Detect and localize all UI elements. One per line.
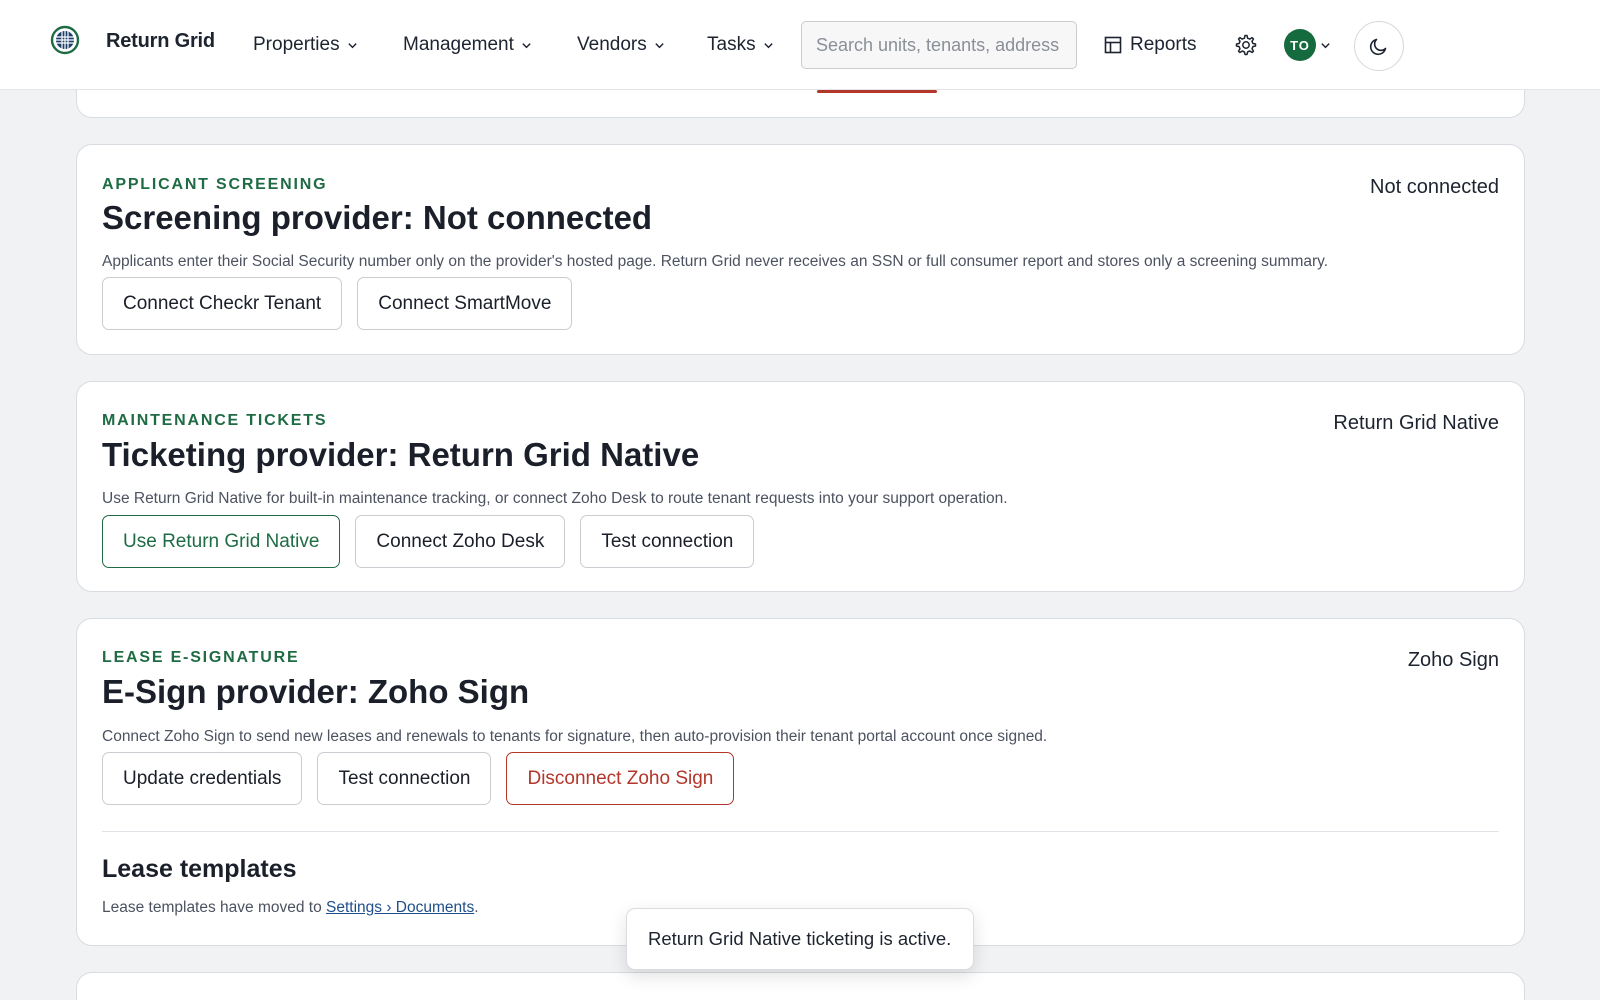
card-description: Connect Zoho Sign to send new leases and… [102, 728, 1048, 745]
theme-toggle-button[interactable] [1354, 21, 1404, 71]
button-row: Connect Checkr Tenant Connect SmartMove [102, 277, 573, 330]
toast-notification: Return Grid Native ticketing is active. [626, 908, 974, 970]
use-native-button[interactable]: Use Return Grid Native [102, 515, 341, 568]
user-menu[interactable]: TO [1284, 29, 1331, 61]
screening-card: APPLICANT SCREENING Not connected Screen… [76, 144, 1525, 355]
toast-message: Return Grid Native ticketing is active. [648, 928, 952, 949]
status-badge: Not connected [1370, 176, 1499, 198]
status-badge: Zoho Sign [1407, 649, 1499, 671]
globe-grid-icon[interactable] [50, 25, 80, 55]
top-navigation: Return Grid Properties Management Vendor… [0, 0, 1600, 90]
connect-smartmove-button[interactable]: Connect SmartMove [357, 277, 573, 330]
card-title: Ticketing provider: Return Grid Native [102, 436, 700, 473]
nav-label: Tasks [707, 34, 756, 55]
gear-icon[interactable] [1233, 33, 1257, 57]
button-row: Update credentials Test connection Disco… [102, 752, 735, 805]
button-row: Use Return Grid Native Connect Zoho Desk… [102, 515, 755, 568]
nav-management[interactable]: Management [403, 34, 532, 56]
avatar: TO [1284, 29, 1316, 61]
card-title: Screening provider: Not connected [102, 199, 653, 236]
update-credentials-button[interactable]: Update credentials [102, 752, 303, 805]
card-title: E-Sign provider: Zoho Sign [102, 673, 530, 710]
nav-label: Vendors [577, 34, 647, 55]
reports-link[interactable]: Reports [1104, 34, 1197, 56]
chevron-down-icon [1321, 42, 1330, 48]
test-connection-button[interactable]: Test connection [580, 515, 755, 568]
card-eyebrow: LEASE E-SIGNATURE [102, 649, 300, 666]
nav-label: Management [403, 34, 514, 55]
disconnect-zoho-sign-button[interactable]: Disconnect Zoho Sign [506, 752, 735, 805]
templates-desc-suffix: . [474, 899, 479, 916]
connect-zoho-desk-button[interactable]: Connect Zoho Desk [355, 515, 566, 568]
maintenance-card: MAINTENANCE TICKETS Return Grid Native T… [76, 381, 1525, 592]
divider [102, 831, 1499, 832]
esign-card: LEASE E-SIGNATURE Zoho Sign E-Sign provi… [76, 618, 1525, 946]
search-input[interactable] [801, 21, 1077, 69]
templates-desc-prefix: Lease templates have moved to [102, 899, 327, 916]
test-connection-button[interactable]: Test connection [317, 752, 492, 805]
card-description: Applicants enter their Social Security n… [102, 253, 1329, 270]
chevron-down-icon [347, 42, 357, 48]
lease-templates-description: Lease templates have moved to Settings ›… [102, 899, 479, 917]
settings-documents-link[interactable]: Settings › Documents [326, 899, 474, 916]
card-description: Use Return Grid Native for built-in main… [102, 490, 1008, 507]
brand-name[interactable]: Return Grid [106, 30, 215, 53]
chevron-down-icon [522, 42, 531, 48]
connect-checkr-button[interactable]: Connect Checkr Tenant [102, 277, 343, 330]
nav-properties[interactable]: Properties [253, 34, 358, 56]
card-eyebrow: APPLICANT SCREENING [102, 176, 328, 193]
lease-templates-title: Lease templates [102, 855, 297, 883]
nav-tasks[interactable]: Tasks [707, 34, 774, 56]
chevron-down-icon [655, 42, 664, 48]
nav-label: Properties [253, 34, 340, 55]
moon-icon [1369, 38, 1387, 56]
partial-button-edge [817, 90, 937, 93]
next-card [76, 972, 1525, 1000]
chevron-down-icon [763, 42, 773, 48]
reports-label: Reports [1130, 34, 1197, 55]
status-badge: Return Grid Native [1333, 412, 1499, 434]
nav-vendors[interactable]: Vendors [577, 34, 665, 56]
table-icon [1104, 36, 1122, 54]
card-eyebrow: MAINTENANCE TICKETS [102, 412, 328, 429]
